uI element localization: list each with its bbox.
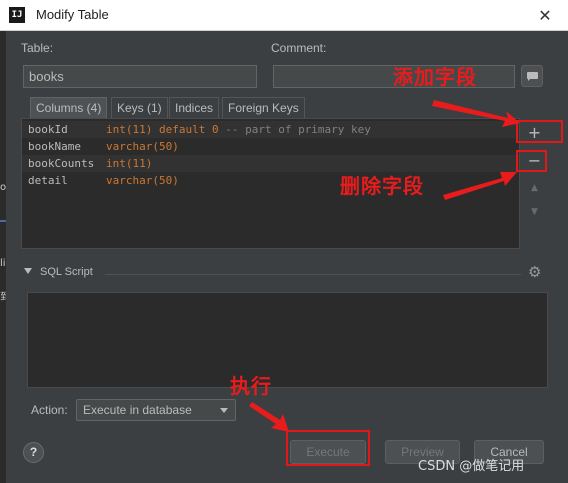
annotation-arrow-add [432, 100, 520, 127]
annotation-arrows [249, 100, 520, 432]
annotation-arrow-remove [443, 172, 517, 200]
annotation-arrow-execute [249, 402, 289, 432]
watermark: CSDN @做笔记用 [418, 459, 525, 474]
